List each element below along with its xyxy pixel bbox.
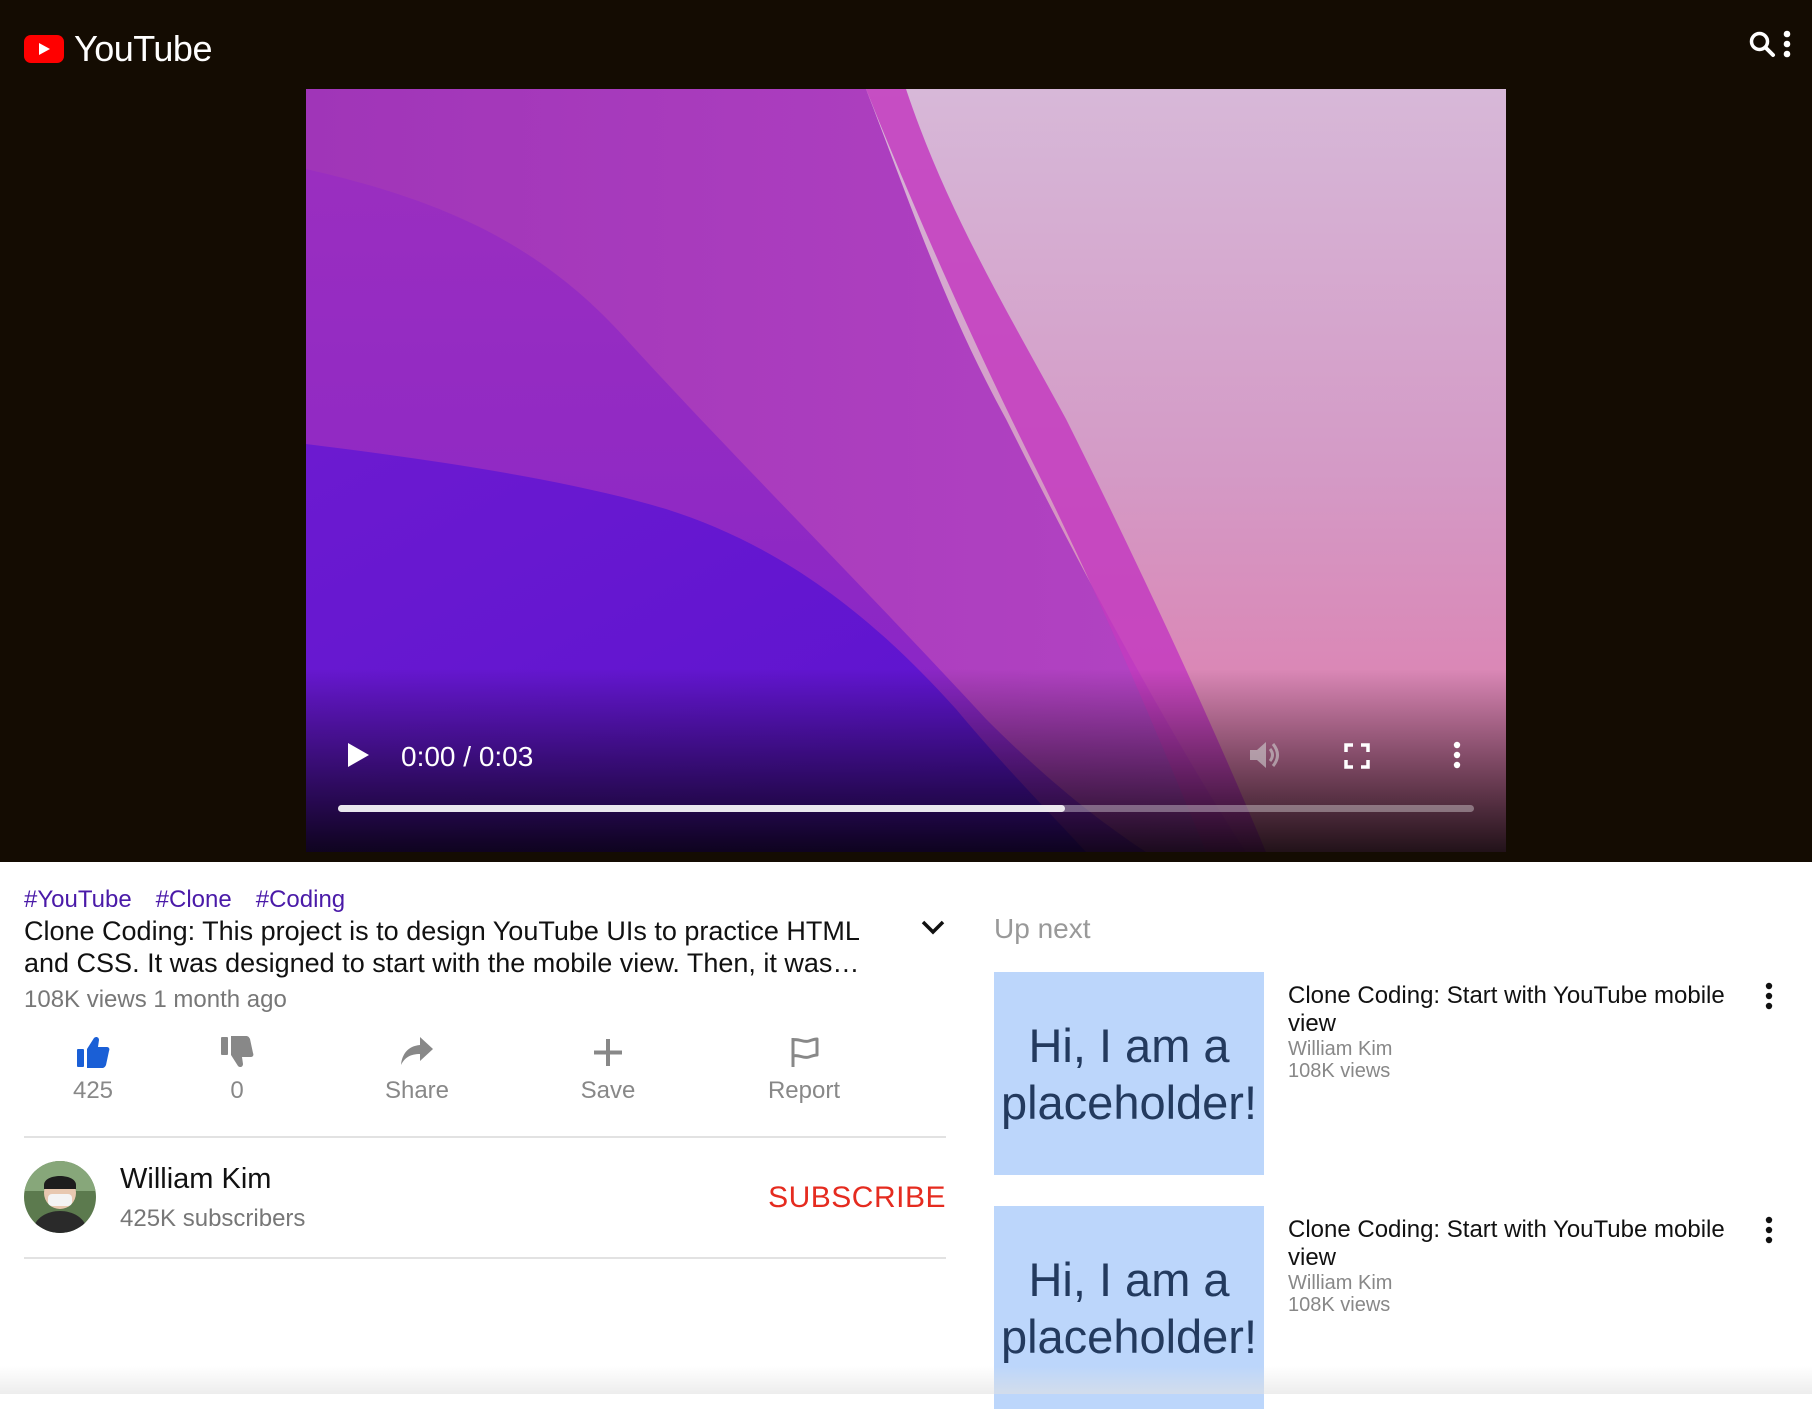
up-next-heading: Up next <box>994 913 1091 944</box>
progress-fill <box>338 805 1066 812</box>
channel-name[interactable]: William Kim <box>120 1163 271 1196</box>
progress-bar[interactable] <box>338 805 1474 812</box>
youtube-logo-icon <box>24 35 64 63</box>
rec-channel: William Kim <box>1288 1038 1393 1060</box>
channel-row: William Kim 425K subscribers SUBSCRIBE <box>24 1161 946 1237</box>
save-button[interactable]: Save <box>538 1035 678 1105</box>
dislike-count: 0 <box>230 1077 244 1104</box>
video-player[interactable]: 0:00 / 0:03 <box>306 89 1506 852</box>
video-title: Clone Coding: This project is to design … <box>24 916 859 978</box>
dislike-button[interactable]: 0 <box>167 1035 307 1105</box>
tag-link[interactable]: #Coding <box>256 886 345 914</box>
volume-icon[interactable] <box>1248 739 1284 776</box>
rec-title[interactable]: Clone Coding: Start with YouTube mobile … <box>1288 982 1728 1038</box>
more-vert-icon[interactable] <box>1764 982 1774 1015</box>
share-label: Share <box>384 1077 450 1104</box>
flag-icon <box>791 1037 819 1067</box>
avatar[interactable] <box>24 1161 96 1233</box>
plus-icon <box>594 1039 622 1066</box>
share-icon <box>401 1037 433 1065</box>
search-icon[interactable] <box>1748 30 1776 63</box>
like-count: 425 <box>72 1077 114 1104</box>
app-header: YouTube <box>0 0 1812 89</box>
report-label: Report <box>767 1077 841 1104</box>
logo-text: YouTube <box>74 28 212 69</box>
video-thumbnail[interactable]: Hi, I am a placeholder! <box>994 972 1264 1175</box>
rec-views: 108K views <box>1288 1294 1391 1316</box>
like-button[interactable]: 425 <box>23 1035 163 1105</box>
player-more-icon[interactable] <box>1452 741 1462 774</box>
video-area: 0:00 / 0:03 <box>0 89 1812 862</box>
scroll-fade <box>0 1366 1812 1394</box>
share-button[interactable]: Share <box>347 1035 487 1105</box>
tag-link[interactable]: #Clone <box>156 886 232 914</box>
report-button[interactable]: Report <box>734 1035 874 1105</box>
youtube-logo[interactable]: YouTube <box>24 28 212 70</box>
more-vert-icon[interactable] <box>1782 30 1792 63</box>
player-controls: 0:00 / 0:03 <box>306 89 1506 852</box>
thumb-down-icon <box>221 1036 254 1068</box>
rec-channel: William Kim <box>1288 1272 1393 1294</box>
action-bar: 425 0 Share Save Report <box>24 1035 946 1115</box>
tag-link[interactable]: #YouTube <box>24 886 132 914</box>
video-meta: 108K views 1 month ago <box>24 986 287 1013</box>
list-item[interactable]: Hi, I am a placeholder! Clone Coding: St… <box>994 972 1794 1175</box>
chevron-down-icon[interactable] <box>920 918 946 941</box>
rec-title[interactable]: Clone Coding: Start with YouTube mobile … <box>1288 1216 1728 1272</box>
time-display: 0:00 / 0:03 <box>401 741 534 772</box>
divider <box>24 1257 946 1259</box>
subscribe-button[interactable]: SUBSCRIBE <box>768 1181 946 1215</box>
divider <box>24 1136 946 1138</box>
play-icon[interactable] <box>344 741 372 774</box>
save-label: Save <box>580 1077 636 1104</box>
tag-list: #YouTube #Clone #Coding <box>24 886 345 914</box>
rec-views: 108K views <box>1288 1060 1391 1082</box>
subscriber-count: 425K subscribers <box>120 1205 306 1232</box>
thumb-up-icon <box>77 1036 110 1068</box>
more-vert-icon[interactable] <box>1764 1216 1774 1249</box>
fullscreen-icon[interactable] <box>1344 743 1370 774</box>
